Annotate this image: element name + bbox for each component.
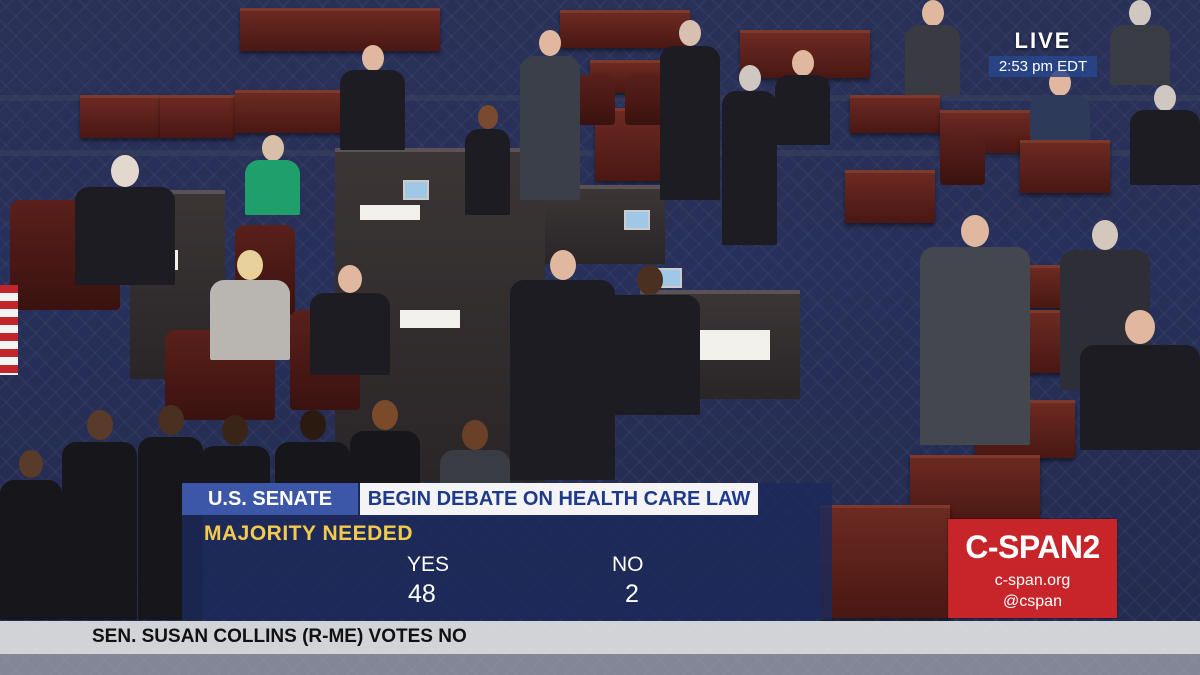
desk [235,90,345,133]
yes-count: 48 [408,580,436,608]
logo-name: C-SPAN2 [965,529,1100,565]
bottom-strip [0,654,1200,675]
lower-third-bar: SEN. SUSAN COLLINS (R-ME) VOTES NO [0,621,1200,654]
live-timestamp: 2:53 pm EDT [989,56,1097,77]
live-indicator: LIVE 2:53 pm EDT [989,28,1097,78]
desk [850,95,940,133]
no-count: 2 [625,580,639,608]
flag [0,285,18,375]
logo-handle: @cspan [1003,593,1062,610]
chamber-label: U.S. SENATE [182,483,358,515]
measure-title: BEGIN DEBATE ON HEALTH CARE LAW [360,483,758,515]
vote-caption: SEN. SUSAN COLLINS (R-ME) VOTES NO [92,626,467,647]
desk [820,505,950,618]
yes-label: YES [407,553,450,576]
network-logo: C-SPAN2 c-span.org @cspan [948,519,1117,618]
desk [1020,140,1110,193]
no-label: NO [612,553,644,576]
vote-tally-graphic: U.S. SENATE BEGIN DEBATE ON HEALTH CARE … [182,483,832,620]
desk [160,95,235,138]
logo-site: c-span.org [994,572,1071,589]
live-label: LIVE [1014,28,1072,53]
desk [80,95,160,138]
vote-threshold: MAJORITY NEEDED [204,522,413,545]
